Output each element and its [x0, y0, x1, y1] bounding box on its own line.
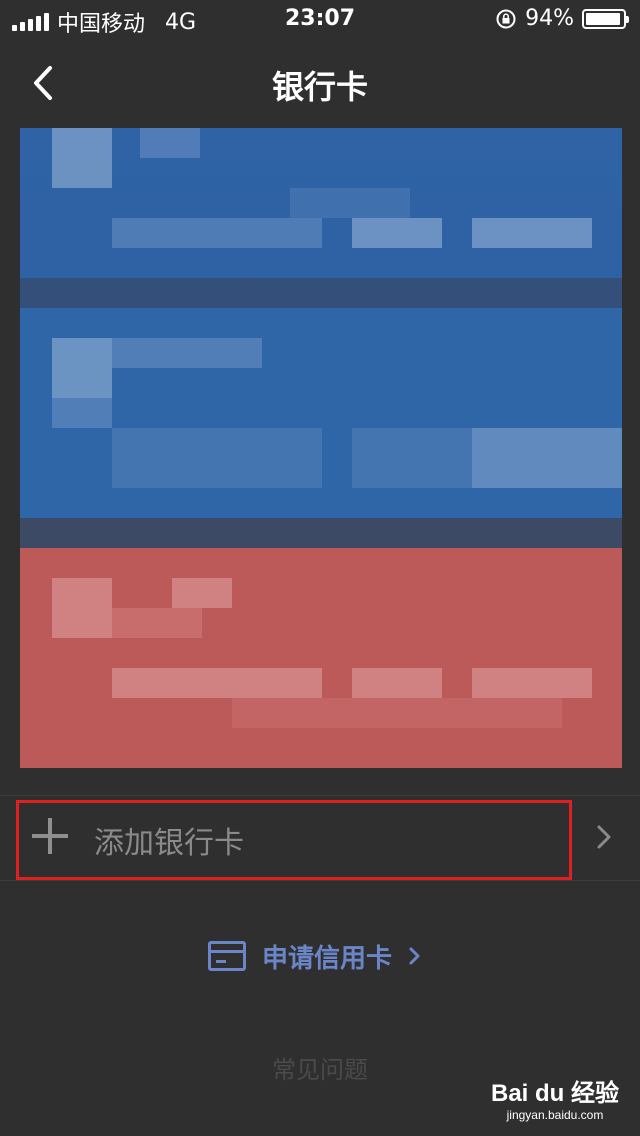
bank-card-list [20, 128, 622, 768]
status-bar: 中国移动 4G 23:07 94% [0, 0, 640, 40]
status-right: 94% [495, 6, 629, 31]
baidu-watermark: Bai du 经验 jingyan.baidu.com [490, 1073, 620, 1122]
nav-bar: 银行卡 [0, 40, 640, 128]
battery-percent: 94% [525, 6, 574, 31]
apply-credit-card-link[interactable]: 申请信用卡 [208, 936, 422, 976]
credit-card-icon [208, 941, 246, 971]
divider-bottom [0, 880, 640, 881]
card-divider [20, 518, 622, 548]
highlight-box [16, 800, 572, 880]
watermark-url: jingyan.baidu.com [506, 1108, 604, 1122]
apply-credit-card-label: 申请信用卡 [262, 943, 393, 974]
bank-card-3[interactable] [20, 548, 622, 768]
card-divider [20, 278, 622, 308]
chevron-right-icon [597, 825, 611, 849]
chevron-right-icon [409, 947, 420, 965]
rotation-lock-icon [496, 9, 516, 28]
watermark-brand: Bai du 经验 [490, 1080, 619, 1107]
battery-icon [582, 8, 629, 29]
bank-card-2[interactable] [20, 308, 622, 518]
page-title: 银行卡 [271, 68, 368, 106]
